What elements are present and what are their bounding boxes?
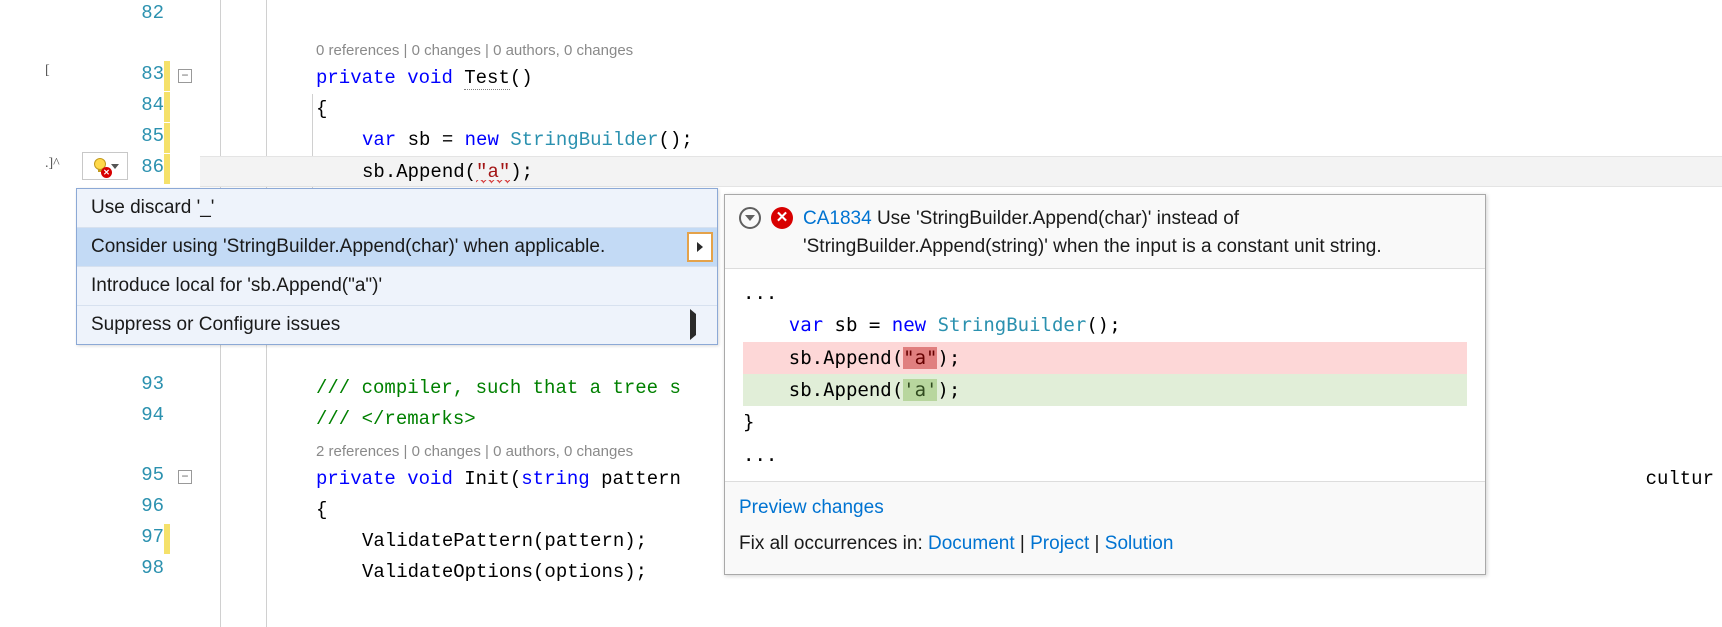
quick-action-label: Suppress or Configure issues (91, 314, 340, 336)
quick-action-item[interactable]: Suppress or Configure issues (77, 306, 717, 344)
codelens[interactable]: 0 references | 0 changes | 0 authors, 0 … (200, 35, 1722, 66)
code-line: var sb = new StringBuilder(); (200, 125, 1722, 156)
line-number: 85 (141, 125, 164, 147)
fix-scope-project[interactable]: Project (1030, 533, 1089, 554)
lightbulb-button[interactable]: ✕ (82, 152, 128, 180)
editor-left-margin: [ .]^ (0, 0, 80, 627)
change-bar (164, 123, 170, 153)
quick-action-label: Consider using 'StringBuilder.Append(cha… (91, 236, 605, 258)
diff-removed-line: sb.Append("a"); (743, 342, 1467, 374)
line-number: 84 (141, 94, 164, 116)
fold-toggle[interactable]: − (178, 470, 192, 484)
preview-header-text: CA1834 Use 'StringBuilder.Append(char)' … (803, 205, 1471, 260)
margin-mark-bracket: [ (45, 63, 50, 79)
error-squiggle: "a" (476, 161, 510, 184)
quick-action-expand[interactable] (687, 232, 713, 262)
fix-scope-solution[interactable]: Solution (1105, 533, 1174, 554)
chevron-right-icon (690, 309, 696, 340)
chevron-right-icon (697, 242, 703, 252)
diff-added-line: sb.Append('a'); (743, 374, 1467, 406)
code-line: { (200, 94, 1722, 125)
rule-id[interactable]: CA1834 (803, 208, 872, 229)
fix-scope-document[interactable]: Document (928, 533, 1015, 554)
code-line: private void Test() (200, 63, 1722, 94)
chevron-down-icon (745, 215, 755, 221)
error-badge-icon: ✕ (101, 167, 112, 178)
code-line-current: sb.Append("a"); (200, 156, 1722, 187)
error-icon: ✕ (771, 207, 793, 229)
line-number: 97 (141, 526, 164, 548)
fix-preview-panel: ✕ CA1834 Use 'StringBuilder.Append(char)… (724, 194, 1486, 575)
preview-actions: Preview changes Fix all occurrences in: … (725, 481, 1485, 574)
margin-mark-dotcaret: .]^ (45, 156, 60, 172)
change-bar (164, 92, 170, 122)
fold-toggle[interactable]: − (178, 69, 192, 83)
quick-action-item[interactable]: Introduce local for 'sb.Append("a")' (77, 267, 717, 306)
preview-diff: ... var sb = new StringBuilder(); sb.App… (725, 269, 1485, 481)
collapse-button[interactable] (739, 207, 761, 229)
line-number: 96 (141, 495, 164, 517)
quick-action-label: Introduce local for 'sb.Append("a")' (91, 275, 382, 297)
fix-scope-label: Fix all occurrences in: (739, 533, 923, 554)
preview-changes-link[interactable]: Preview changes (739, 497, 884, 518)
line-number: 95 (141, 464, 164, 486)
line-number: 86 (141, 156, 164, 178)
line-number: 83 (141, 63, 164, 85)
preview-header: ✕ CA1834 Use 'StringBuilder.Append(char)… (725, 195, 1485, 269)
line-number: 82 (141, 2, 164, 24)
line-number: 98 (141, 557, 164, 579)
change-bar (164, 61, 170, 91)
lightbulb-icon: ✕ (91, 157, 109, 175)
change-bar (164, 154, 170, 184)
quick-action-label: Use discard '_' (91, 197, 214, 219)
quick-action-item[interactable]: Use discard '_' (77, 189, 717, 228)
line-number: 94 (141, 404, 164, 426)
rule-text: Use 'StringBuilder.Append(char)' instead… (803, 208, 1382, 257)
quick-action-item-selected[interactable]: Consider using 'StringBuilder.Append(cha… (77, 228, 717, 267)
change-bar (164, 524, 170, 554)
line-number: 93 (141, 373, 164, 395)
dropdown-caret-icon (111, 164, 119, 169)
quick-actions-menu: Use discard '_' Consider using 'StringBu… (76, 188, 718, 345)
